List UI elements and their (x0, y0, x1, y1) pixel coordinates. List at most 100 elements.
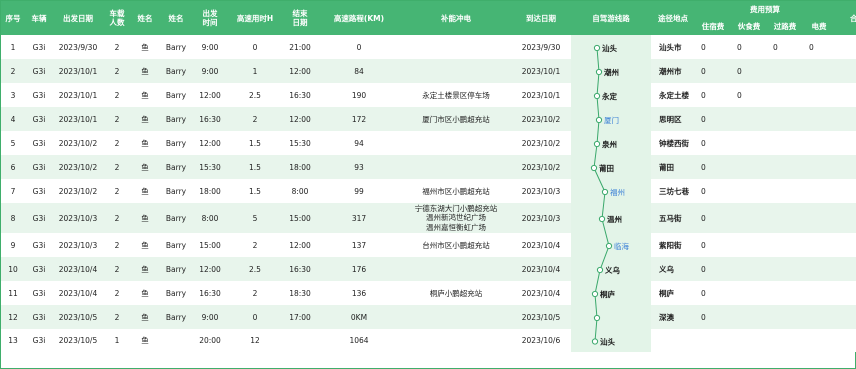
row-charge: 桐庐小鹏超充站 (401, 281, 511, 305)
row-vehicle: G3i (25, 257, 53, 281)
row-highway-km: 99 (317, 179, 401, 203)
row-toll (767, 131, 803, 155)
header-depart-date: 出发日期 (53, 1, 103, 35)
header-food: 伙食费 (731, 18, 767, 35)
row-electric (803, 83, 835, 107)
row-passengers: 2 (103, 233, 131, 257)
row-lodging: 0 (695, 233, 731, 257)
row-charge (401, 131, 511, 155)
row-lodging: 0 (695, 83, 731, 107)
row-electric (803, 155, 835, 179)
row-highway-km: 93 (317, 155, 401, 179)
row-vehicle: G3i (25, 107, 53, 131)
row-arrive-date: 2023/10/3 (511, 203, 571, 233)
row-name-1: 鱼 (131, 35, 159, 59)
row-highway-km: 84 (317, 59, 401, 83)
row-depart-date: 2023/10/2 (53, 131, 103, 155)
row-food (731, 107, 767, 131)
header-lodging: 住宿费 (695, 18, 731, 35)
row-end-time: 21:00 (283, 35, 317, 59)
row-total: 0 (835, 203, 856, 233)
row-seq: 6 (1, 155, 25, 179)
row-via: 紫阳街 (651, 233, 695, 257)
row-via: 汕头市 (651, 35, 695, 59)
row-name-1: 鱼 (131, 233, 159, 257)
row-end-time: 12:00 (283, 107, 317, 131)
row-via: 永定土楼 (651, 83, 695, 107)
row-electric (803, 107, 835, 131)
row-depart-date: 2023/9/30 (53, 35, 103, 59)
row-route-cell (571, 233, 651, 257)
row-highway-hours: 2 (227, 107, 283, 131)
row-food (731, 329, 767, 352)
row-highway-hours: 1.5 (227, 131, 283, 155)
header-via: 途径地点 (651, 1, 695, 35)
row-lodging: 0 (695, 155, 731, 179)
header-total: 合计费用 (835, 1, 856, 35)
row-passengers: 2 (103, 179, 131, 203)
table-row: 8 G3i 2023/10/3 2 鱼 Barry 8:00 5 15:00 317 宁德东湖大门小… (1, 203, 856, 233)
row-name-2: Barry (159, 107, 193, 131)
row-name-1: 鱼 (131, 83, 159, 107)
row-depart-date: 2023/10/2 (53, 179, 103, 203)
table-row: 10 G3i 2023/10/4 2 鱼 Barry 12:00 2.5 16:30 176 202… (1, 257, 856, 281)
row-via: 潮州市 (651, 59, 695, 83)
row-electric (803, 203, 835, 233)
header-seq: 序号 (1, 1, 25, 35)
row-lodging (695, 329, 731, 352)
row-food (731, 233, 767, 257)
row-highway-km: 317 (317, 203, 401, 233)
row-depart-time: 18:00 (193, 179, 227, 203)
row-route-cell (571, 305, 651, 329)
row-name-2: Barry (159, 257, 193, 281)
row-highway-km: 176 (317, 257, 401, 281)
row-end-time: 16:30 (283, 257, 317, 281)
row-name-1: 鱼 (131, 107, 159, 131)
table-row: 13G3i2023/10/51鱼 20:0012 1064 2023/10/6 0 (1, 329, 856, 352)
row-charge (401, 155, 511, 179)
row-lodging: 0 (695, 305, 731, 329)
row-end-time: 8:00 (283, 179, 317, 203)
row-via: 五马街 (651, 203, 695, 233)
row-total: 0 (835, 257, 856, 281)
row-end-time: 15:00 (283, 203, 317, 233)
row-passengers: 2 (103, 131, 131, 155)
row-depart-date: 2023/10/1 (53, 59, 103, 83)
row-charge (401, 329, 511, 352)
row-arrive-date: 2023/10/6 (511, 329, 571, 352)
row-charge: 厦门市区小鹏超充站 (401, 107, 511, 131)
row-lodging: 0 (695, 203, 731, 233)
row-total: 0 (835, 179, 856, 203)
row-highway-hours: 2 (227, 233, 283, 257)
row-vehicle: G3i (25, 329, 53, 352)
row-seq: 7 (1, 179, 25, 203)
row-arrive-date: 2023/10/2 (511, 155, 571, 179)
header-highway-hours: 高速用时H (227, 1, 283, 35)
row-passengers: 2 (103, 59, 131, 83)
row-toll (767, 281, 803, 305)
row-end-time: 12:00 (283, 59, 317, 83)
row-depart-date: 2023/10/1 (53, 107, 103, 131)
row-electric (803, 305, 835, 329)
row-end-time: 18:30 (283, 281, 317, 305)
row-electric (803, 329, 835, 352)
header-toll: 过路费 (767, 18, 803, 35)
header-name-1: 姓名 (131, 1, 159, 35)
row-depart-date: 2023/10/1 (53, 83, 103, 107)
row-passengers: 2 (103, 83, 131, 107)
row-toll (767, 83, 803, 107)
row-name-1: 鱼 (131, 59, 159, 83)
row-highway-km: 0 (317, 35, 401, 59)
row-depart-date: 2023/10/2 (53, 155, 103, 179)
row-highway-hours: 12 (227, 329, 283, 352)
row-total: 0 (835, 329, 856, 352)
row-total: 0 (835, 305, 856, 329)
header-name-2: 姓名 (159, 1, 193, 35)
row-depart-time: 15:00 (193, 233, 227, 257)
header-vehicle: 车辆 (25, 1, 53, 35)
row-name-1: 鱼 (131, 281, 159, 305)
row-total: 0 (835, 281, 856, 305)
table-row: 7 G3i 2023/10/2 2 鱼 Barry 18:00 1.5 8:00 99 福州市区小鹏… (1, 179, 856, 203)
row-via: 义乌 (651, 257, 695, 281)
row-total: 0 (835, 35, 856, 59)
